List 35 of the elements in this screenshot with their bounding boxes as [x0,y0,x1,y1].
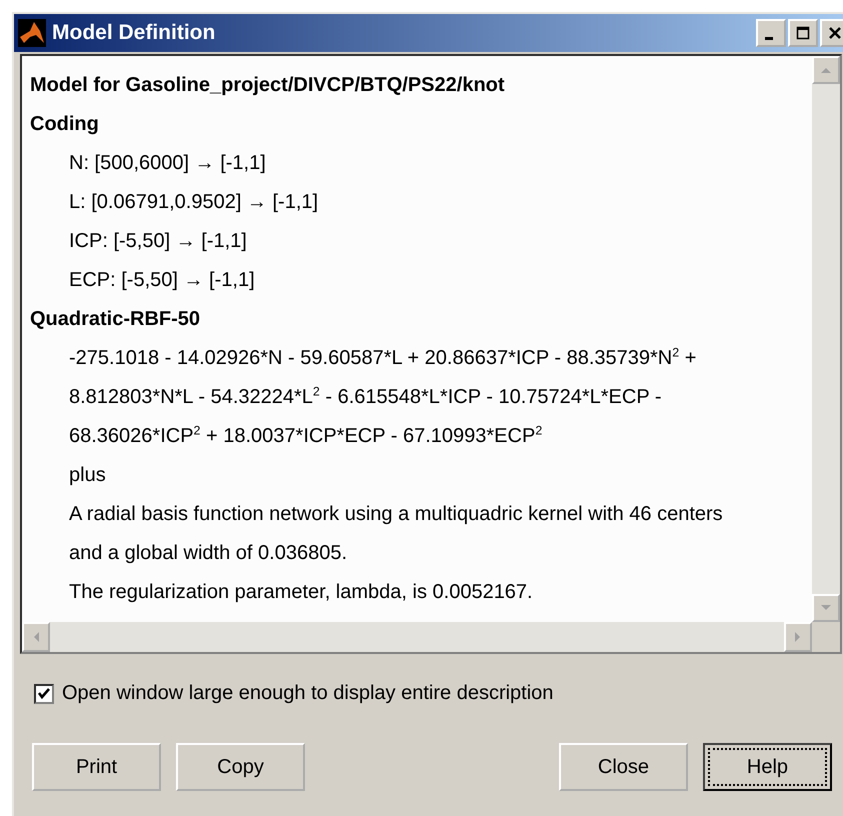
scroll-down-arrow-icon[interactable] [820,604,832,612]
maximize-button[interactable] [788,19,818,47]
description-line: -275.1018 - 14.02926*N - 59.60587*L + 20.86637*ICP - 88.35739*N$^{2}$ + [69,347,696,369]
description-line: A radial basis function network using a multiquadric kernel with 46 centers [69,503,723,525]
dialog-button[interactable]: Print [32,743,161,791]
description-line: ICP: [-5,50] → [-1,1] [69,230,247,252]
description-line: 8.812803*N*L - 54.32224*L$^{2}$ - 6.615548*L*ICP - 10.75724*L*ECP - [69,386,662,408]
dialog-button[interactable]: Help [703,743,832,791]
close-icon [828,26,842,40]
description-line: Quadratic-RBF-50 [30,308,200,330]
description-line: Coding [30,113,99,135]
scroll-left-arrow-icon[interactable] [32,631,40,643]
close-button[interactable] [820,19,843,47]
checkmark-icon [37,686,51,700]
description-line: Model for Gasoline_project/DIVCP/BTQ/PS22/knot [30,74,505,96]
scroll-right-arrow-icon[interactable] [794,631,802,643]
description-line: The regularization parameter, lambda, is 0.0052167. [69,581,533,603]
minimize-icon [765,36,773,40]
description-line: L: [0.06791,0.9502] → [-1,1] [69,191,318,213]
minimize-button[interactable] [756,19,786,47]
window-title: Model Definition [52,21,216,45]
description-line: ECP: [-5,50] → [-1,1] [69,269,255,291]
vertical-scrollbar[interactable] [812,56,840,622]
description-line: plus [69,464,106,486]
horizontal-scrollbar[interactable] [22,622,812,652]
dialog-button[interactable]: Close [559,743,688,791]
dialog-button[interactable]: Copy [176,743,305,791]
checkbox[interactable] [34,684,54,704]
app-logo-icon [18,19,46,47]
checkbox-label: Open window large enough to display entire description [62,682,554,705]
scroll-up-arrow-icon[interactable] [820,66,832,74]
description-line: and a global width of 0.036805. [69,542,347,564]
description-line: N: [500,6000] → [-1,1] [69,152,266,174]
description-line: 68.36026*ICP$^{2}$ + 18.0037*ICP*ECP - 67.10993*ECP$^{2}$ [69,425,542,447]
maximize-icon [796,26,810,40]
